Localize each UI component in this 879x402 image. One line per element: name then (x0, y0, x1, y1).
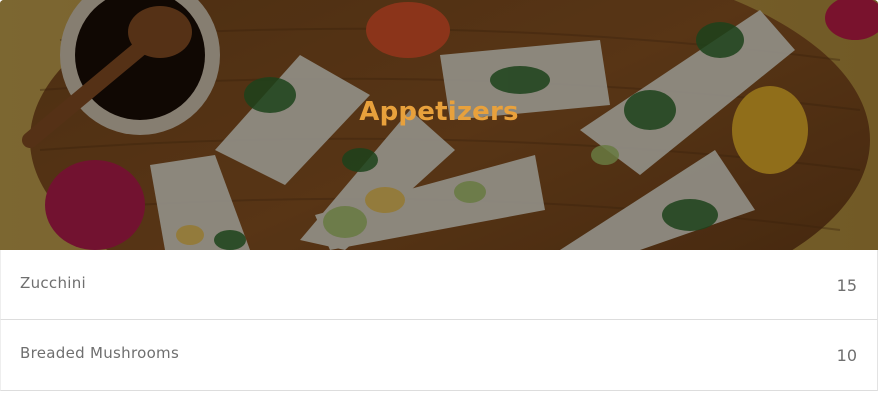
menu-item-price: 15 (836, 276, 857, 295)
menu-section-card: Appetizers Zucchini 15 Breaded Mushrooms… (0, 0, 879, 402)
menu-item-name: Zucchini (20, 274, 87, 292)
menu-item-row[interactable]: Breaded Mushrooms 10 (0, 320, 878, 391)
section-hero: Appetizers (0, 0, 878, 250)
menu-item-row[interactable]: Zucchini 15 (0, 250, 878, 320)
section-title: Appetizers (359, 97, 519, 127)
menu-item-price: 10 (836, 346, 857, 365)
menu-item-list: Zucchini 15 Breaded Mushrooms 10 (0, 250, 878, 391)
menu-item-name: Breaded Mushrooms (20, 344, 180, 362)
